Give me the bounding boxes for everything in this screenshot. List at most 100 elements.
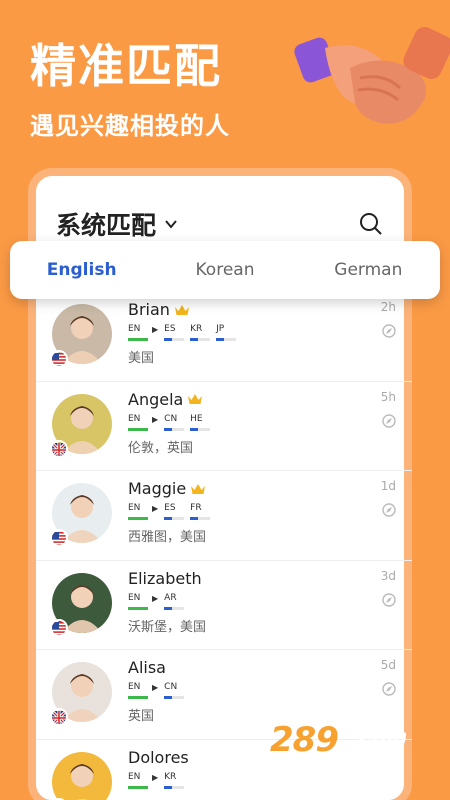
- language-level-bar: [128, 785, 148, 789]
- list-item[interactable]: Brian EN ▶ ES KR JP 美国 2h: [36, 292, 412, 382]
- crown-icon: [191, 483, 206, 494]
- language-level-bar: [128, 606, 148, 610]
- language-level-bar: [164, 427, 185, 431]
- avatar[interactable]: [50, 393, 112, 458]
- list-item[interactable]: Angela EN ▶ CN HE 伦敦，英国 5h: [36, 382, 412, 472]
- language-code: EN: [128, 771, 141, 782]
- compass-icon[interactable]: [382, 682, 396, 697]
- language-item: EN: [128, 503, 150, 521]
- us-flag-icon: [50, 618, 68, 637]
- language-pairs: EN ▶ ES KR JP: [128, 324, 242, 341]
- language-item: EN: [128, 414, 150, 431]
- language-item: CN: [164, 414, 186, 431]
- language-code: AR: [164, 592, 177, 603]
- watermark-com: Com: [358, 724, 408, 748]
- language-code: EN: [128, 413, 141, 424]
- user-location: 美国: [128, 351, 155, 366]
- language-level-bar: [164, 696, 185, 700]
- language-item: KR: [190, 324, 212, 341]
- uk-flag-icon: [50, 708, 68, 727]
- last-active-time: 2h: [380, 300, 396, 314]
- language-tabs: English Korean German: [10, 241, 440, 299]
- card-title[interactable]: 系统匹配: [56, 206, 156, 242]
- language-code: CN: [164, 682, 178, 693]
- user-name: Elizabeth: [128, 568, 202, 588]
- language-item: EN: [128, 772, 150, 789]
- language-code: HE: [190, 413, 203, 424]
- last-active-time: 5d: [380, 658, 396, 673]
- crown-icon: [188, 394, 203, 405]
- user-name: Maggie: [128, 479, 187, 499]
- language-level-bar: [128, 696, 148, 700]
- language-item: EN: [128, 593, 150, 610]
- compass-icon[interactable]: [382, 413, 396, 428]
- language-level-bar: [128, 338, 148, 341]
- user-location: 英国: [128, 709, 155, 725]
- watermark-site: 手游网: [360, 754, 406, 769]
- uk-flag-icon: [50, 439, 68, 458]
- chevron-down-icon[interactable]: [164, 217, 178, 231]
- avatar[interactable]: [50, 751, 112, 800]
- avatar[interactable]: [50, 483, 112, 548]
- language-code: JP: [216, 324, 225, 334]
- arrow-right-icon: ▶: [152, 414, 159, 424]
- compass-icon[interactable]: [382, 324, 396, 338]
- language-level-bar: [164, 338, 185, 341]
- language-level-bar: [128, 427, 148, 431]
- language-item: EN: [128, 682, 150, 700]
- last-active-time: 1d: [380, 479, 396, 494]
- list-item[interactable]: Maggie EN ▶ ES FR 西雅图，美国 1d: [36, 471, 412, 561]
- us-flag-icon: [50, 529, 68, 548]
- language-item: AR: [164, 593, 186, 610]
- avatar[interactable]: [50, 662, 112, 727]
- language-level-bar: [190, 427, 211, 431]
- user-location: 沃斯堡，美国: [128, 619, 207, 635]
- us-flag-icon: [50, 350, 68, 368]
- language-item: CN: [164, 682, 186, 700]
- language-item: EN: [128, 324, 150, 341]
- language-code: KR: [190, 324, 203, 334]
- site-watermark: 289 Com 手游网: [270, 720, 440, 770]
- language-level-bar: [164, 606, 185, 610]
- tab-english[interactable]: English: [10, 260, 153, 280]
- watermark-number: 289: [270, 720, 339, 760]
- arrow-right-icon: ▶: [152, 593, 159, 603]
- language-pairs: EN ▶ CN HE: [128, 414, 216, 431]
- language-pairs: EN ▶ ES FR: [128, 503, 216, 521]
- arrow-right-icon: ▶: [152, 772, 159, 782]
- language-pairs: EN ▶ CN: [128, 682, 190, 700]
- language-item: FR: [190, 503, 212, 521]
- language-level-bar: [164, 785, 185, 789]
- language-pairs: EN ▶ AR: [128, 593, 190, 610]
- tab-korean[interactable]: Korean: [153, 260, 296, 280]
- compass-icon[interactable]: [382, 593, 396, 607]
- search-icon[interactable]: [358, 211, 384, 237]
- language-level-bar: [216, 338, 237, 341]
- language-level-bar: [128, 517, 148, 521]
- language-item: ES: [164, 324, 186, 341]
- user-name: Angela: [128, 389, 184, 409]
- avatar[interactable]: [50, 304, 112, 368]
- language-code: CN: [164, 413, 178, 424]
- user-location: 伦敦，英国: [128, 440, 194, 456]
- user-location: 西雅图，美国: [128, 530, 207, 546]
- language-code: EN: [128, 503, 141, 514]
- crown-icon: [174, 304, 189, 315]
- user-name: Dolores: [128, 747, 189, 767]
- compass-icon[interactable]: [382, 503, 396, 517]
- language-code: ES: [164, 503, 176, 514]
- language-item: JP: [216, 324, 238, 341]
- handshake-illustration: [294, 26, 450, 124]
- language-level-bar: [164, 517, 185, 521]
- tab-german[interactable]: German: [297, 260, 440, 280]
- user-name: Brian: [128, 300, 170, 319]
- avatar[interactable]: [50, 572, 112, 637]
- language-item: ES: [164, 503, 186, 521]
- language-code: ES: [164, 324, 176, 334]
- language-code: KR: [164, 771, 177, 782]
- language-pairs: EN ▶ KR: [128, 772, 190, 789]
- list-item[interactable]: Elizabeth EN ▶ AR 沃斯堡，美国 3d: [36, 561, 412, 651]
- arrow-right-icon: ▶: [152, 683, 159, 693]
- last-active-time: 3d: [380, 568, 396, 583]
- arrow-right-icon: ▶: [152, 325, 159, 334]
